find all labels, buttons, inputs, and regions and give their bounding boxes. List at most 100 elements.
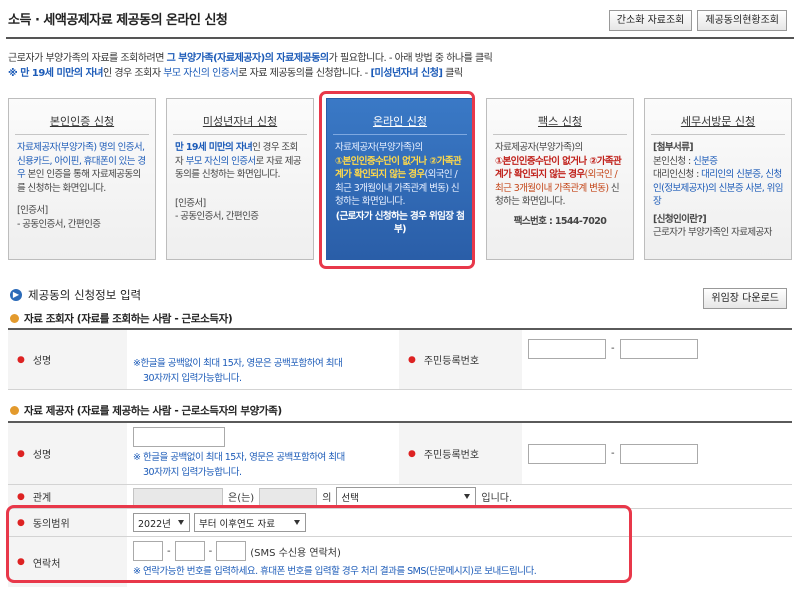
card-text: [신청인이란?] [653, 213, 707, 225]
provider-subheader: 자료 제공자 (자료를 제공하는 사람 - 근로소득자의 부양가족) [10, 403, 282, 418]
bullet-icon [10, 406, 19, 415]
intro-text-8: [미성년자녀 신청] [370, 68, 443, 79]
card-body: [첨부서류] 본인신청 : 신분증 대리인신청 : 대리인의 신분증, 신청인(정보… [653, 141, 783, 209]
label-text: 관계 [32, 493, 52, 504]
relation-viewer-input [133, 487, 223, 506]
viewer-table: ● 성명 ※한글을 공백없이 최대 15자, 영문은 공백포함하여 최대 30자까지… [8, 328, 792, 390]
note-text: 30자까지 입력가능합니다. [143, 373, 242, 384]
label-text: 주민등록번호 [423, 356, 480, 367]
provider-rrn-label: ● 주민등록번호 [399, 423, 522, 484]
card-text: 본인신청 : [653, 155, 694, 167]
card-minor-child[interactable]: 미성년자녀 신청 만 19세 미만의 자녀인 경우 조회자 부모 자신의 인증서… [166, 98, 314, 260]
viewer-name-row: ● 성명 ※한글을 공백없이 최대 15자, 영문은 공백포함하여 최대 30자까지… [8, 330, 792, 390]
card-text: - 공동인증서, 간편인증 [17, 218, 101, 230]
note-text: ※한글을 공백없이 최대 15자, 영문은 공백포함하여 최대 [133, 358, 343, 369]
highlight-consent-contact [6, 505, 632, 583]
viewer-rrn-label: ● 주민등록번호 [399, 330, 522, 389]
provider-name-row: ● 성명 ※ 한글을 공백없이 최대 15자, 영문은 공백포함하여 최대 30자까… [8, 423, 792, 485]
intro-text-6: 부모 자신의 인증서 [163, 68, 239, 79]
required-icon: ● [17, 491, 25, 502]
provider-name-label: ● 성명 [8, 423, 127, 484]
viewer-name-note: ※한글을 공백없이 최대 15자, 영문은 공백포함하여 최대 30자까지 입력가… [133, 356, 393, 386]
card-body: [신청인이란?] 근로자가 부양가족인 자료제공자 [653, 213, 783, 240]
card-text: - 공동인증서, 간편인증 [175, 211, 259, 222]
card-body: [인증서] - 공동인증서, 간편인증 [175, 197, 305, 224]
intro-text-1: 근로자가 부양가족의 자료를 조회하려면 [8, 53, 167, 64]
section-title: 제공동의 신청정보 입력 [28, 288, 142, 302]
provider-title: 자료 제공자 (자료를 제공하는 사람 - 근로소득자의 부양가족) [24, 405, 282, 417]
card-text: 신분증 [693, 155, 718, 167]
card-title[interactable]: 세무서방문 신청 [653, 113, 783, 129]
card-text: 근로자가 부양가족인 자료제공자 [653, 227, 772, 238]
proxy-download-button[interactable]: 위임장 다운로드 [703, 288, 787, 309]
rel-text: 은(는) [228, 493, 255, 504]
simple-data-lookup-button[interactable]: 간소화 자료조회 [608, 10, 693, 31]
card-body: 만 19세 미만의 자녀인 경우 조회자 부모 자신의 인증서로 자료 제공 동… [175, 141, 305, 182]
viewer-subheader: 자료 조회자 (자료를 조회하는 사람 - 근로소득자) [10, 311, 233, 326]
card-text: 부모 자신의 인증서 [185, 155, 257, 167]
dash-text: - [611, 448, 615, 459]
card-title[interactable]: 팩스 신청 [495, 113, 625, 129]
provider-rrn-cell: - [522, 423, 792, 484]
intro-text-2: 그 부양가족(자료제공자)의 자료제공동의 [166, 53, 330, 64]
card-fax[interactable]: 팩스 신청 자료제공자(부양가족)의 ①본인인증수단이 없거나 ②가족관계가 확인… [486, 98, 634, 260]
rel-text: 입니다. [481, 493, 513, 504]
viewer-name-label: ● 성명 [8, 330, 127, 389]
consent-status-button[interactable]: 제공동의현황조회 [697, 10, 787, 31]
intro-text-9: 클릭 [442, 68, 463, 79]
provider-name-cell: ※ 한글을 공백없이 최대 15자, 영문은 공백포함하여 최대 30자까지 입력… [127, 423, 399, 484]
required-icon: ● [408, 354, 416, 365]
required-icon: ● [17, 354, 25, 365]
card-divider [493, 134, 627, 135]
label-text: 성명 [32, 356, 52, 367]
provider-rrn-back-input[interactable] [619, 443, 698, 464]
label-text: 주민등록번호 [423, 450, 480, 461]
card-title[interactable]: 미성년자녀 신청 [175, 113, 305, 129]
arrow-circle-icon: ▶ [10, 289, 22, 301]
card-text: 팩스번호 : 1544-7020 [513, 215, 607, 227]
viewer-rrn-back-input[interactable] [619, 338, 698, 359]
card-text: 자료제공자(부양가족)의 [495, 142, 583, 153]
intro-text-5: 인 경우 조회자 [102, 68, 164, 79]
card-text: [인증서] [17, 205, 48, 216]
bullet-icon [10, 314, 19, 323]
viewer-rrn-front-input[interactable] [528, 338, 606, 359]
provider-name-note: ※ 한글을 공백없이 최대 15자, 영문은 공백포함하여 최대 30자까지 입력… [133, 450, 393, 480]
note-text: 30자까지 입력가능합니다. [143, 467, 242, 478]
card-text: [인증서] [175, 197, 206, 209]
card-text: 본인 인증을 통해 자료제공동의를 신청하는 화면입니다. [17, 169, 141, 194]
page-title: 소득 · 세액공제자료 제공동의 온라인 신청 [8, 13, 228, 28]
provider-rrn-front-input[interactable] [528, 443, 606, 464]
note-text: ※ 한글을 공백없이 최대 15자, 영문은 공백포함하여 최대 [133, 452, 345, 463]
title-divider [6, 37, 794, 39]
intro-text-7: 로 자료 제공동의를 신청합니다. - [238, 68, 371, 79]
label-text: 성명 [32, 450, 52, 461]
card-self-auth[interactable]: 본인인증 신청 자료제공자(부양가족) 명의 인증서, 신용카드, 아이핀, 휴… [8, 98, 156, 260]
card-divider [15, 134, 149, 135]
card-body: [인증서] - 공동인증서, 간편인증 [17, 204, 147, 231]
intro-text: 근로자가 부양가족의 자료를 조회하려면 그 부양가족(자료제공자)의 자료제공… [8, 51, 493, 81]
viewer-title: 자료 조회자 (자료를 조회하는 사람 - 근로소득자) [24, 313, 233, 325]
viewer-name-cell: ※한글을 공백없이 최대 15자, 영문은 공백포함하여 최대 30자까지 입력가… [127, 330, 399, 389]
card-tax-office[interactable]: 세무서방문 신청 [첨부서류] 본인신청 : 신분증 대리인신청 : 대리인의 신분… [644, 98, 792, 260]
provider-name-input[interactable] [133, 427, 225, 447]
card-divider [173, 134, 307, 135]
highlight-online-card [319, 91, 475, 269]
card-text: [첨부서류] [653, 142, 694, 153]
relation-provider-input [259, 487, 318, 506]
card-text: 대리인신청 : [653, 169, 702, 180]
rel-text: 의 [322, 493, 332, 504]
intro-text-3: 가 필요합니다. - 아래 방법 중 하나를 클릭 [328, 53, 493, 64]
required-icon: ● [17, 448, 25, 459]
card-text: 만 19세 미만의 자녀 [175, 142, 253, 153]
viewer-rrn-cell: - [522, 330, 792, 389]
card-body: 자료제공자(부양가족)의 ①본인인증수단이 없거나 ②가족관계가 확인되지 않는 … [495, 141, 625, 209]
intro-text-4: ※ 만 19세 미만의 자녀 [8, 68, 103, 79]
required-icon: ● [408, 448, 416, 459]
card-body: 자료제공자(부양가족) 명의 인증서, 신용카드, 아이핀, 휴대폰이 있는 경… [17, 141, 147, 195]
header-buttons: 간소화 자료조회 제공동의현황조회 [608, 10, 787, 31]
section-header: ▶ 제공동의 신청정보 입력 [10, 287, 141, 303]
card-title[interactable]: 본인인증 신청 [17, 113, 147, 129]
relation-select[interactable]: 선택 [336, 487, 477, 506]
dash-text: - [611, 343, 615, 354]
